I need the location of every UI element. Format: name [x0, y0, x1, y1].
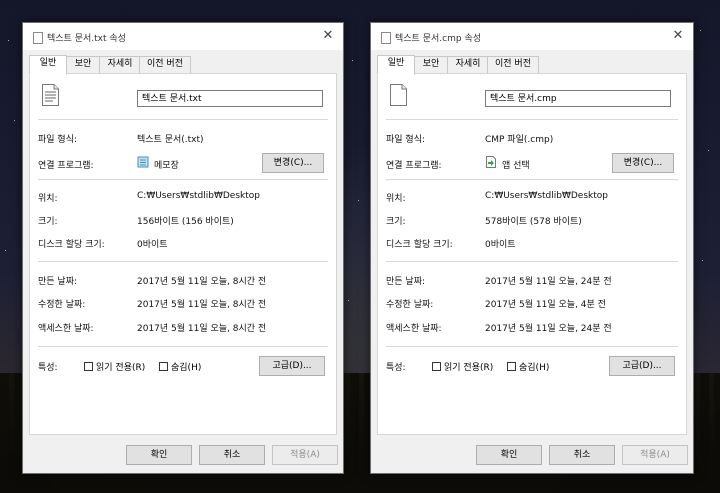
attributes-label: 특성: — [38, 363, 58, 373]
tab-details[interactable]: 자세히 — [99, 56, 141, 74]
opens-with-value: 메모장 — [154, 161, 179, 171]
modified-label: 수정한 날짜: — [38, 300, 86, 310]
dialog-footer: 확인 취소 적용(A) — [23, 435, 343, 473]
readonly-label[interactable]: 읽기 전용(R) — [96, 360, 145, 373]
opens-with-label: 연결 프로그램: — [38, 161, 94, 171]
readonly-checkbox[interactable] — [84, 362, 93, 371]
hidden-label[interactable]: 숨김(H) — [171, 360, 201, 373]
window-title: 텍스트 문서.cmp 속성 — [395, 34, 481, 44]
choose-app-icon — [486, 156, 496, 168]
file-name-input[interactable]: 텍스트 문서.cmp — [485, 90, 671, 107]
tab-security[interactable]: 보안 — [65, 56, 101, 74]
divider — [38, 119, 328, 120]
size-label: 크기: — [386, 217, 406, 227]
modified-value: 2017년 5월 11일 오늘, 4분 전 — [485, 300, 606, 310]
hidden-label[interactable]: 숨김(H) — [519, 360, 549, 373]
file-type-label: 파일 형식: — [38, 135, 78, 145]
tab-general[interactable]: 일반 — [29, 55, 67, 75]
general-panel: 텍스트 문서.txt 파일 형식: 텍스트 문서(.txt) 연결 프로그램: … — [29, 73, 337, 435]
divider — [386, 261, 678, 262]
accessed-value: 2017년 5월 11일 오늘, 24분 전 — [485, 324, 612, 334]
general-panel: 텍스트 문서.cmp 파일 형식: CMP 파일(.cmp) 연결 프로그램: … — [377, 73, 687, 435]
modified-value: 2017년 5월 11일 오늘, 8시간 전 — [137, 300, 267, 310]
apply-button[interactable]: 적용(A) — [272, 445, 338, 465]
document-icon — [33, 32, 43, 44]
advanced-button[interactable]: 고급(D)... — [259, 356, 325, 376]
cmp-properties-dialog: 텍스트 문서.cmp 속성 ✕ 일반 보안 자세히 이전 버전 텍스트 문서.c… — [370, 22, 694, 474]
location-value: C:₩Users₩stdlib₩Desktop — [485, 191, 608, 201]
change-button[interactable]: 변경(C)... — [262, 153, 324, 173]
attributes-label: 특성: — [386, 363, 406, 373]
divider — [386, 179, 678, 180]
size-value: 578바이트 (578 바이트) — [485, 217, 582, 227]
opens-with-label: 연결 프로그램: — [386, 161, 442, 171]
readonly-label[interactable]: 읽기 전용(R) — [444, 360, 493, 373]
accessed-label: 액세스한 날짜: — [38, 324, 94, 334]
cancel-button[interactable]: 취소 — [549, 445, 615, 465]
file-type-value: 텍스트 문서(.txt) — [137, 135, 204, 145]
tab-details[interactable]: 자세히 — [447, 56, 489, 74]
divider — [38, 346, 328, 347]
close-icon[interactable]: ✕ — [669, 27, 687, 45]
hidden-checkbox[interactable] — [159, 362, 168, 371]
advanced-button[interactable]: 고급(D)... — [609, 356, 675, 376]
file-type-value: CMP 파일(.cmp) — [485, 135, 554, 145]
dialog-footer: 확인 취소 적용(A) — [371, 435, 693, 473]
location-label: 위치: — [386, 194, 406, 204]
notepad-icon — [137, 156, 149, 168]
modified-label: 수정한 날짜: — [386, 300, 434, 310]
created-value: 2017년 5월 11일 오늘, 24분 전 — [485, 277, 612, 287]
blank-file-icon — [390, 84, 407, 106]
location-value: C:₩Users₩stdlib₩Desktop — [137, 191, 260, 201]
accessed-value: 2017년 5월 11일 오늘, 8시간 전 — [137, 324, 267, 334]
cancel-button[interactable]: 취소 — [199, 445, 265, 465]
text-file-icon — [42, 84, 59, 106]
opens-with-value: 앱 선택 — [502, 161, 530, 171]
size-value: 156바이트 (156 바이트) — [137, 217, 234, 227]
accessed-label: 액세스한 날짜: — [386, 324, 442, 334]
location-label: 위치: — [38, 194, 58, 204]
size-on-disk-value: 0바이트 — [485, 240, 516, 250]
tab-security[interactable]: 보안 — [413, 56, 449, 74]
size-label: 크기: — [38, 217, 58, 227]
txt-properties-dialog: 텍스트 문서.txt 속성 ✕ 일반 보안 자세히 이전 버전 텍스트 문서.t… — [22, 22, 344, 474]
change-button[interactable]: 변경(C)... — [612, 153, 674, 173]
size-on-disk-label: 디스크 할당 크기: — [386, 240, 453, 250]
file-type-label: 파일 형식: — [386, 135, 426, 145]
apply-button[interactable]: 적용(A) — [622, 445, 688, 465]
created-label: 만든 날짜: — [386, 277, 426, 287]
size-on-disk-label: 디스크 할당 크기: — [38, 240, 105, 250]
document-icon — [381, 32, 391, 44]
size-on-disk-value: 0바이트 — [137, 240, 168, 250]
window-title: 텍스트 문서.txt 속성 — [47, 34, 126, 44]
file-name-input[interactable]: 텍스트 문서.txt — [137, 90, 323, 107]
tab-previous-versions[interactable]: 이전 버전 — [139, 56, 191, 74]
tab-previous-versions[interactable]: 이전 버전 — [487, 56, 539, 74]
ok-button[interactable]: 확인 — [476, 445, 542, 465]
divider — [38, 261, 328, 262]
readonly-checkbox[interactable] — [432, 362, 441, 371]
created-label: 만든 날짜: — [38, 277, 78, 287]
created-value: 2017년 5월 11일 오늘, 8시간 전 — [137, 277, 267, 287]
close-icon[interactable]: ✕ — [319, 27, 337, 45]
divider — [386, 346, 678, 347]
ok-button[interactable]: 확인 — [126, 445, 192, 465]
title-bar[interactable]: 텍스트 문서.txt 속성 ✕ — [23, 23, 343, 50]
tab-general[interactable]: 일반 — [377, 55, 415, 75]
divider — [386, 119, 678, 120]
title-bar[interactable]: 텍스트 문서.cmp 속성 ✕ — [371, 23, 693, 50]
hidden-checkbox[interactable] — [507, 362, 516, 371]
divider — [38, 179, 328, 180]
